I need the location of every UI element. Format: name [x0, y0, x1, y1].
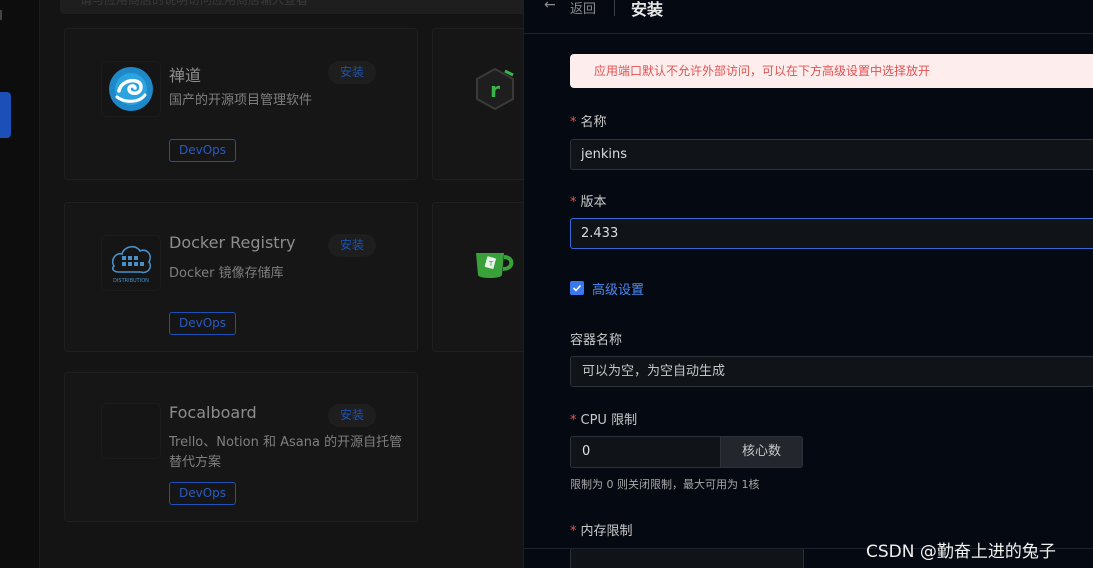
install-button[interactable]: 安装 — [328, 61, 376, 84]
app-card-focalboard[interactable]: Focalboard Trello、Notion 和 Asana 的开源自托管替… — [64, 372, 418, 522]
container-name-field[interactable]: 可以为空，为空自动生成 — [570, 356, 1093, 387]
cpu-limit-field[interactable]: 0 — [570, 436, 720, 468]
cpu-limit-label: * CPU 限制 — [570, 413, 638, 428]
app-card-partial[interactable]: r — [432, 28, 532, 180]
app-title: Focalboard — [169, 403, 257, 422]
app-description: 国产的开源项目管理软件 — [169, 93, 313, 108]
required-icon: * — [570, 195, 577, 210]
sidebar-edge — [0, 10, 6, 20]
app-title: Docker Registry — [169, 233, 296, 252]
watermark: CSDN @勤奋上进的兔子 — [866, 542, 1056, 562]
container-name-label: 容器名称 — [570, 333, 623, 348]
name-field[interactable]: jenkins — [570, 139, 1093, 170]
drawer-title: 安装 — [631, 0, 664, 19]
memory-limit-label: * 内存限制 — [570, 524, 633, 539]
docker-registry-logo-icon: DISTRIBUTION — [101, 235, 161, 291]
name-label: * 名称 — [570, 115, 607, 130]
app-description: Trello、Notion 和 Asana 的开源自托管替代方案 — [169, 435, 403, 470]
zentao-logo-icon — [101, 61, 161, 117]
advanced-settings-label[interactable]: 高级设置 — [592, 279, 644, 298]
drawer-header: ← 返回 安装 — [524, 0, 1093, 34]
app-tag[interactable]: DevOps — [169, 482, 237, 505]
app-tag[interactable]: DevOps — [169, 312, 237, 335]
app-store-list: 请与应用商店的说明访问应用商店输入查看 禅道 国产的开源项目管理软件 安装 De… — [40, 0, 532, 568]
required-icon: * — [570, 115, 577, 130]
app-title: 禅道 — [169, 66, 202, 85]
version-label: * 版本 — [570, 195, 607, 210]
port-warning-alert: 应用端口默认不允许外部访问，可以在下方高级设置中选择放开 — [570, 54, 1093, 88]
advanced-settings-checkbox[interactable] — [570, 281, 584, 295]
app-description: Docker 镜像存储库 — [169, 266, 284, 281]
app-card-partial[interactable]: T — [432, 202, 532, 352]
header-divider — [614, 0, 615, 16]
app-root: 请与应用商店的说明访问应用商店输入查看 禅道 国产的开源项目管理软件 安装 De… — [0, 0, 1093, 568]
search-input[interactable]: 请与应用商店的说明访问应用商店输入查看 — [60, 0, 530, 14]
sidebar-active-item[interactable] — [0, 92, 11, 138]
svg-text:T: T — [488, 260, 494, 268]
back-arrow-icon[interactable]: ← — [544, 0, 556, 13]
sidebar — [0, 0, 40, 568]
check-icon — [572, 284, 582, 292]
install-button[interactable]: 安装 — [328, 404, 376, 427]
app-tag[interactable]: DevOps — [169, 139, 237, 162]
required-icon: * — [570, 524, 577, 539]
install-button[interactable]: 安装 — [328, 234, 376, 257]
back-link[interactable]: 返回 — [570, 0, 596, 17]
jenkins-x-logo-icon: r — [467, 61, 523, 117]
svg-text:r: r — [490, 78, 500, 102]
app-card-docker-registry[interactable]: DISTRIBUTION Docker Registry Docker 镜像存储… — [64, 202, 418, 352]
cpu-limit-hint: 限制为 0 则关闭限制，最大可用为 1核 — [570, 478, 760, 491]
version-select[interactable]: 2.433 — [570, 218, 1093, 249]
app-card-zentao[interactable]: 禅道 国产的开源项目管理软件 安装 DevOps — [64, 28, 418, 180]
cpu-unit-addon: 核心数 — [720, 436, 803, 468]
required-icon: * — [570, 413, 577, 428]
install-drawer: ← 返回 安装 应用端口默认不允许外部访问，可以在下方高级设置中选择放开 * 名称… — [523, 0, 1093, 568]
svg-text:DISTRIBUTION: DISTRIBUTION — [113, 278, 149, 284]
teapot-logo-icon: T — [467, 235, 523, 291]
focalboard-logo-icon — [101, 403, 161, 459]
